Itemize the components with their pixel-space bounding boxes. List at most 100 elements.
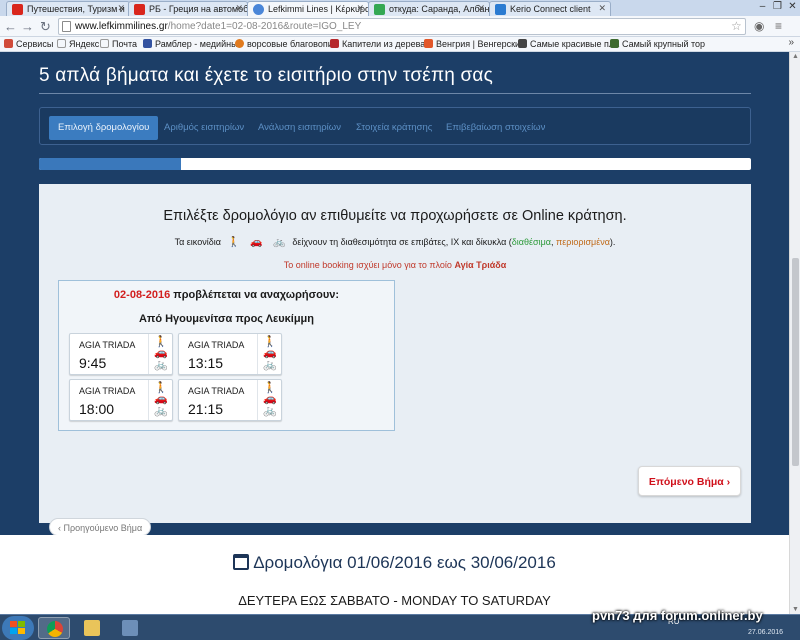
passenger-icon: 🚶 xyxy=(154,382,168,394)
taskbar-chrome[interactable] xyxy=(38,617,70,639)
minimize-icon[interactable]: – xyxy=(755,0,770,14)
motorbike-icon: 🚲 xyxy=(263,405,277,417)
mail-icon xyxy=(495,4,506,15)
step-ticket-count[interactable]: Αριθμός εισιτηρίων xyxy=(155,116,253,140)
bookmark-services[interactable]: Сервисы xyxy=(4,38,53,50)
ship-name: AGIA TRIADA xyxy=(79,386,136,396)
tray-date[interactable]: 27.06.2016 xyxy=(748,629,783,636)
page-viewport: 5 απλά βήματα και έχετε το εισιτήριο στη… xyxy=(0,52,789,614)
motorbike-icon: 🚲 xyxy=(263,359,277,371)
tab-lefkimmi[interactable]: Lefkimmi Lines | Κέρκυρα ✕ xyxy=(247,1,369,17)
back-icon[interactable]: ← xyxy=(3,19,18,34)
availability-icons: 🚶 🚗 🚲 xyxy=(148,334,172,374)
close-icon[interactable]: ✕ xyxy=(598,3,606,14)
maximize-icon[interactable]: ❐ xyxy=(770,0,785,14)
bookmark-largest[interactable]: Самый крупный тор xyxy=(610,38,705,50)
bookmark-mail[interactable]: Почта xyxy=(100,38,137,50)
hero-divider xyxy=(39,93,751,94)
close-icon[interactable]: ✕ xyxy=(235,3,243,14)
close-icon[interactable]: ✕ xyxy=(477,3,485,14)
progress-fill xyxy=(39,158,182,170)
chevron-left-icon: ‹ xyxy=(58,523,61,533)
step-ticket-breakdown[interactable]: Ανάλυση εισιτηρίων xyxy=(249,116,350,140)
trip-card[interactable]: AGIA TRIADA 9:45 🚶 🚗 🚲 xyxy=(69,333,173,375)
folder-icon xyxy=(84,620,100,636)
bookmark-star-icon[interactable]: ☆ xyxy=(731,19,742,33)
page-icon xyxy=(57,39,66,48)
tab-kerio[interactable]: Kerio Connect client ✕ xyxy=(489,1,611,16)
map-pin-icon xyxy=(374,4,385,15)
more-bookmarks-icon[interactable]: » xyxy=(788,37,794,48)
tab-title: Kerio Connect client xyxy=(510,4,591,14)
site-favicon-icon xyxy=(253,4,264,15)
address-bar[interactable]: www.lefkimmilines.gr/home?date1=02-08-20… xyxy=(58,18,746,35)
availability-icons: 🚶 🚗 🚲 xyxy=(257,334,281,374)
apps-icon xyxy=(4,39,13,48)
taskbar-app[interactable] xyxy=(114,617,146,639)
scrollbar-thumb[interactable] xyxy=(792,258,799,466)
browser-toolbar: ← → ↻ www.lefkimmilines.gr/home?date1=02… xyxy=(0,16,800,37)
next-step-button[interactable]: Επόμενο Βήμα › xyxy=(638,466,741,496)
taskbar-explorer[interactable] xyxy=(76,617,108,639)
page-scrollbar[interactable]: ▲ ▼ xyxy=(789,52,800,614)
forum-watermark: pvn73 для forum.onliner.by xyxy=(592,608,763,623)
scroll-down-icon[interactable]: ▼ xyxy=(790,606,800,613)
passenger-icon: 🚶 xyxy=(263,336,277,348)
motorbike-icon: 🚲 xyxy=(154,405,168,417)
tab-travel[interactable]: Путешествия, Туризм и ✕ xyxy=(6,1,130,16)
bookmark-yandex[interactable]: Яндекс xyxy=(57,38,99,50)
car-icon: 🚗 xyxy=(154,347,168,359)
car-icon: 🚗 xyxy=(250,237,263,249)
page-icon xyxy=(100,39,109,48)
tab-title: Lefkimmi Lines | Κέρκυρα xyxy=(268,4,369,14)
hero-title: 5 απλά βήματα και έχετε το εισιτήριο στη… xyxy=(39,65,493,86)
site-favicon-icon xyxy=(134,4,145,15)
trip-card[interactable]: AGIA TRIADA 21:15 🚶 🚗 🚲 xyxy=(178,379,282,421)
app-icon xyxy=(122,620,138,636)
browser-tabstrip: Путешествия, Туризм и ✕ РБ - Греция на а… xyxy=(0,0,800,17)
departure-time: 9:45 xyxy=(79,355,107,371)
schedule-section: Δρομολόγια 01/06/2016 εως 30/06/2016 ΔΕΥ… xyxy=(0,535,789,614)
extension-icon[interactable]: ◉ xyxy=(754,19,764,33)
trip-card[interactable]: AGIA TRIADA 13:15 🚶 🚗 🚲 xyxy=(178,333,282,375)
legend-available: διαθέσιμα xyxy=(511,237,551,247)
close-icon[interactable]: ✕ xyxy=(356,3,364,14)
step-confirmation[interactable]: Επιβεβαίωση στοιχείων xyxy=(437,116,554,140)
step-route-selection[interactable]: Επιλογή δρομολογίου xyxy=(49,116,159,140)
tab-greece[interactable]: РБ - Греция на автомоб ✕ xyxy=(128,1,248,16)
tab-title: Путешествия, Туризм и xyxy=(27,4,125,14)
forward-icon[interactable]: → xyxy=(20,19,35,34)
step-booking-details[interactable]: Στοιχεία κράτησης xyxy=(347,116,441,140)
route-label: Από Ηγουμενίτσα προς Λευκίμμη xyxy=(138,313,315,325)
departure-time: 21:15 xyxy=(188,401,224,417)
site-favicon-icon xyxy=(235,39,244,48)
tab-maps[interactable]: откуда: Саранда, Албани ✕ xyxy=(368,1,490,16)
bookmark-rambler[interactable]: Рамблер - медийны xyxy=(143,38,238,50)
scroll-up-icon[interactable]: ▲ xyxy=(790,53,800,60)
progress-bar xyxy=(39,158,751,170)
departure-date-line: 02-08-2016 προβλέπεται να αναχωρήσουν: xyxy=(113,289,340,301)
ship-name: AGIA TRIADA xyxy=(188,386,245,396)
bookmark-hungary[interactable]: Венгрия | Венгерский xyxy=(424,38,525,50)
chrome-icon xyxy=(47,621,63,637)
page-icon xyxy=(62,21,71,32)
menu-icon[interactable]: ≡ xyxy=(775,19,782,33)
passenger-icon: 🚶 xyxy=(154,336,168,348)
tab-title: РБ - Греция на автомоб xyxy=(149,4,248,14)
bookmark-carpets[interactable]: ворсовые благовопи xyxy=(235,38,333,50)
bookmark-beautiful[interactable]: Самые красивые пла xyxy=(518,38,619,50)
bookmarks-bar: Сервисы Яндекс Почта Рамблер - медийны в… xyxy=(0,37,800,52)
car-icon: 🚗 xyxy=(263,347,277,359)
url-domain: www.lefkimmilines.gr xyxy=(75,21,168,32)
trip-card[interactable]: AGIA TRIADA 18:00 🚶 🚗 🚲 xyxy=(69,379,173,421)
start-button[interactable] xyxy=(2,616,34,640)
availability-icons: 🚶 🚗 🚲 xyxy=(148,380,172,420)
reload-icon[interactable]: ↻ xyxy=(38,19,53,34)
calendar-icon xyxy=(233,554,250,570)
site-favicon-icon xyxy=(610,39,619,48)
departure-time: 18:00 xyxy=(79,401,115,417)
previous-step-button[interactable]: ‹ Προηγούμενο Βήμα xyxy=(49,518,152,536)
close-icon[interactable]: ✕ xyxy=(117,3,125,14)
bookmark-capitals[interactable]: Капители из дерева. xyxy=(330,38,428,50)
window-close-icon[interactable]: ✕ xyxy=(785,0,800,14)
